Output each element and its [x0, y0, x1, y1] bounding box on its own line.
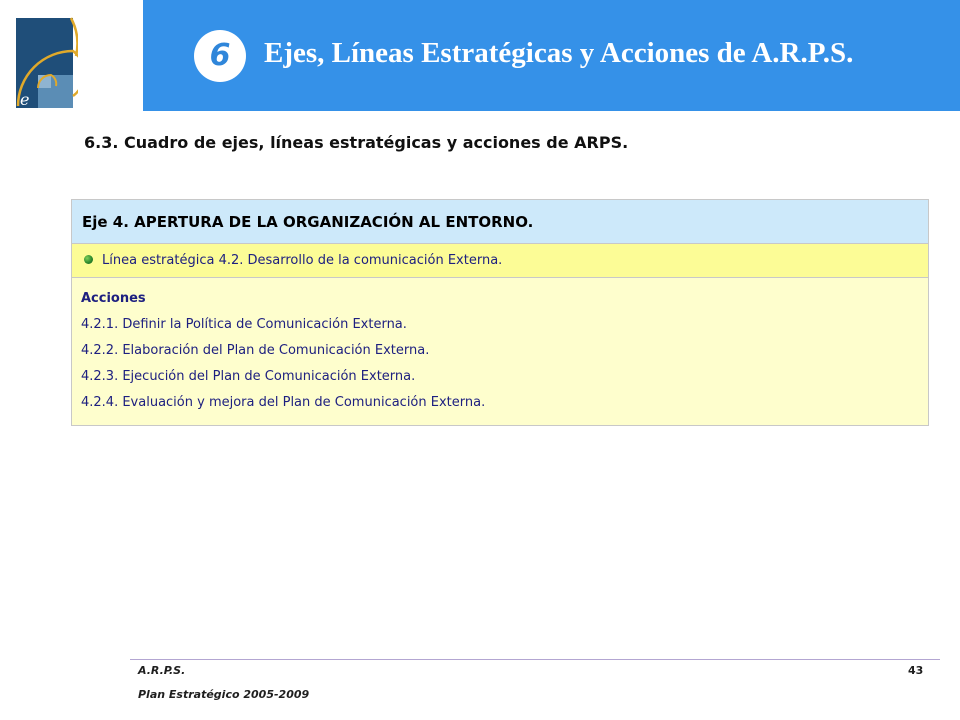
footer-org: A.R.P.S. — [138, 664, 186, 677]
slide-title: Ejes, Líneas Estratégicas y Acciones de … — [264, 37, 854, 69]
green-bullet-icon — [84, 255, 93, 264]
svg-text:e: e — [20, 90, 29, 108]
acciones-label: Acciones — [81, 291, 146, 306]
accion-item: 4.2.3. Ejecución del Plan de Comunicació… — [81, 369, 416, 384]
linea-label: Línea estratégica 4.2. Desarrollo de la … — [102, 253, 503, 268]
accion-item: 4.2.2. Elaboración del Plan de Comunicac… — [81, 343, 430, 358]
eje-row: Eje 4. APERTURA DE LA ORGANIZACIÓN AL EN… — [72, 200, 928, 244]
golden-spiral-logo-icon: e — [16, 16, 78, 108]
section-heading: 6.3. Cuadro de ejes, líneas estratégicas… — [84, 133, 629, 152]
acciones-cell: Acciones 4.2.1. Definir la Política de C… — [72, 278, 928, 425]
footer-plan: Plan Estratégico 2005-2009 — [138, 688, 310, 701]
accion-item: 4.2.1. Definir la Política de Comunicaci… — [81, 317, 407, 332]
chapter-number-badge: 6 — [194, 30, 246, 82]
accion-item: 4.2.4. Evaluación y mejora del Plan de C… — [81, 395, 486, 410]
strategy-table: Eje 4. APERTURA DE LA ORGANIZACIÓN AL EN… — [71, 199, 929, 426]
footer-divider — [130, 659, 940, 660]
page-number: 43 — [908, 664, 924, 677]
linea-row: Línea estratégica 4.2. Desarrollo de la … — [72, 244, 928, 278]
